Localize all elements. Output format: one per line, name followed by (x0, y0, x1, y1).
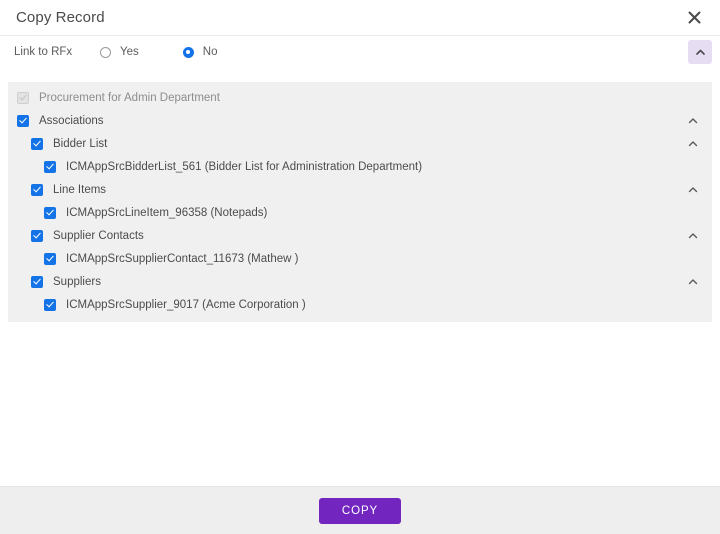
tree-row-label: Associations (39, 115, 104, 127)
tree-row-label: Bidder List (53, 138, 107, 150)
tree-row-label: Procurement for Admin Department (39, 92, 220, 104)
row-checkbox[interactable] (31, 230, 43, 242)
link-to-rfx-label: Link to RFx (14, 46, 100, 58)
tree-row-label: ICMAppSrcBidderList_561 (Bidder List for… (66, 161, 422, 173)
tree-row-label: Suppliers (53, 276, 101, 288)
radio-mark-yes (100, 47, 111, 58)
row-checkbox[interactable] (31, 138, 43, 150)
tree-row-label: Supplier Contacts (53, 230, 144, 242)
row-checkbox[interactable] (31, 276, 43, 288)
radio-option-yes[interactable]: Yes (100, 46, 139, 58)
row-checkbox[interactable] (44, 253, 56, 265)
chevron-up-icon[interactable] (686, 114, 700, 128)
tree-row[interactable]: Procurement for Admin Department (8, 86, 712, 109)
page-title: Copy Record (16, 9, 682, 26)
row-checkbox[interactable] (31, 184, 43, 196)
tree-row[interactable]: Supplier Contacts (8, 224, 712, 247)
dialog-footer: COPY (0, 486, 720, 534)
chevron-up-icon[interactable] (686, 275, 700, 289)
tree-row-label: ICMAppSrcSupplier_9017 (Acme Corporation… (66, 299, 306, 311)
tree-row-label: Line Items (53, 184, 106, 196)
chevron-up-icon (695, 47, 706, 58)
radio-label-no: No (203, 46, 218, 58)
tree-row[interactable]: Bidder List (8, 132, 712, 155)
link-to-rfx-row: Link to RFx Yes No (0, 36, 720, 68)
chevron-up-icon[interactable] (686, 137, 700, 151)
dialog-header: Copy Record (0, 0, 720, 36)
row-checkbox[interactable] (44, 161, 56, 173)
row-checkbox[interactable] (44, 207, 56, 219)
radio-option-no[interactable]: No (183, 46, 218, 58)
link-to-rfx-radio-group: Yes No (100, 46, 261, 58)
dialog-body: Procurement for Admin Department Associa… (0, 68, 720, 486)
row-checkbox[interactable] (17, 115, 29, 127)
tree-row[interactable]: ICMAppSrcBidderList_561 (Bidder List for… (8, 155, 712, 178)
copy-button[interactable]: COPY (319, 498, 401, 524)
collapse-all-button[interactable] (688, 40, 712, 64)
row-checkbox (17, 92, 29, 104)
tree-row-label: ICMAppSrcLineItem_96358 (Notepads) (66, 207, 267, 219)
tree-row[interactable]: ICMAppSrcSupplier_9017 (Acme Corporation… (8, 293, 712, 316)
row-checkbox[interactable] (44, 299, 56, 311)
tree-row[interactable]: Line Items (8, 178, 712, 201)
radio-label-yes: Yes (120, 46, 139, 58)
tree-row[interactable]: ICMAppSrcSupplierContact_11673 (Mathew ) (8, 247, 712, 270)
radio-mark-no (183, 47, 194, 58)
tree-row[interactable]: Associations (8, 109, 712, 132)
tree-row[interactable]: Suppliers (8, 270, 712, 293)
chevron-up-icon[interactable] (686, 229, 700, 243)
copy-record-dialog: Copy Record Link to RFx Yes No (0, 0, 720, 534)
chevron-up-icon[interactable] (686, 183, 700, 197)
close-icon[interactable] (682, 6, 706, 30)
tree-row[interactable]: ICMAppSrcLineItem_96358 (Notepads) (8, 201, 712, 224)
tree-row-label: ICMAppSrcSupplierContact_11673 (Mathew ) (66, 253, 298, 265)
record-tree: Procurement for Admin Department Associa… (8, 82, 712, 322)
